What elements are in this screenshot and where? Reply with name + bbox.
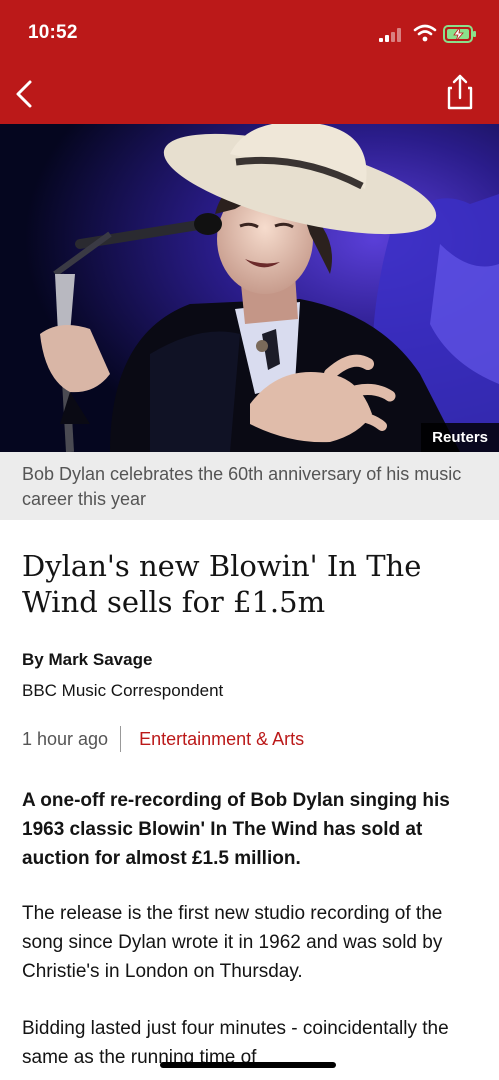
article-headline: Dylan's new Blowin' In The Wind sells fo… [22,549,422,619]
chevron-left-icon [16,80,32,108]
status-icons [375,22,485,46]
share-button[interactable] [443,72,477,112]
topic-link[interactable]: Entertainment & Arts [139,729,304,750]
article-meta: 1 hour ago Entertainment & Arts [22,726,304,752]
article-paragraph: The release is the first new studio reco… [22,903,443,982]
image-credit: Reuters [421,423,499,452]
meta-divider [120,726,122,752]
back-button[interactable] [6,74,42,114]
image-caption: Bob Dylan celebrates the 60th anniversar… [22,464,462,509]
author-role: BBC Music Correspondent [22,681,224,700]
share-icon [447,74,473,110]
article-lead: A one-off re-recording of Bob Dylan sing… [22,790,450,869]
publish-time: 1 hour ago [22,728,109,749]
author-name: By Mark Savage [22,650,153,669]
hero-image[interactable]: Reuters [0,124,499,452]
signal-icon [379,28,401,42]
status-time: 10:52 [28,22,78,43]
wifi-icon [413,24,437,42]
app-header: 10:52 [0,0,499,124]
concert-photo [0,124,499,452]
home-indicator[interactable] [160,1062,336,1068]
image-caption-box: Bob Dylan celebrates the 60th anniversar… [0,452,499,520]
battery-charging-icon [443,25,476,43]
